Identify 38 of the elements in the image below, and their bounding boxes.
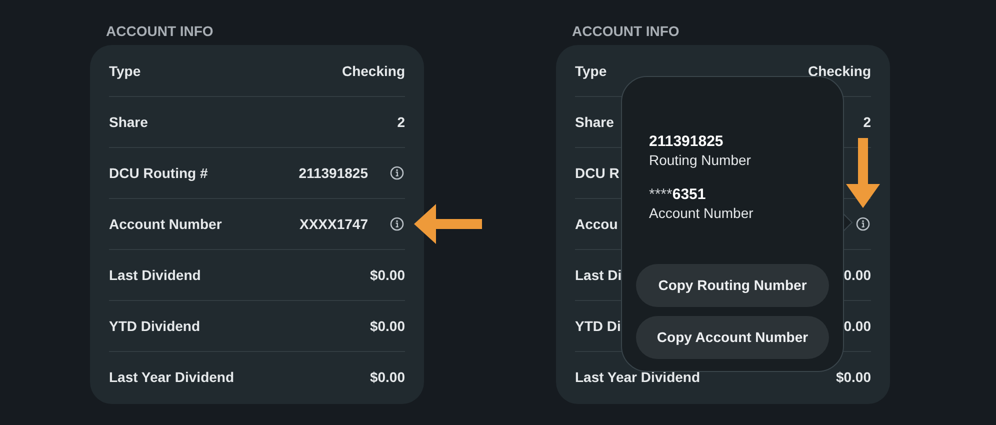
row-value: $0.00 <box>370 316 405 336</box>
row-label: Account Number <box>109 214 222 234</box>
row-label: Last Di <box>575 266 622 284</box>
row-label: Accou <box>575 214 618 234</box>
detail-caption: Routing Number <box>649 151 752 169</box>
detail-caption: Account Number <box>649 204 754 222</box>
section-heading: ACCOUNT INFO <box>105 22 214 41</box>
copy-button[interactable]: Copy Routing Number <box>636 264 829 307</box>
row-value: 2 <box>863 112 871 132</box>
row-value: $0.00 <box>836 368 871 387</box>
row-label: YTD Dividend <box>109 316 200 336</box>
account-detail-number: ****6351 <box>649 186 707 204</box>
down-arrow-icon <box>846 138 880 208</box>
info-icon[interactable] <box>856 217 870 231</box>
section-heading: ACCOUNT INFO <box>571 22 680 41</box>
row-label: Type <box>575 62 607 81</box>
row-value: 0.00 <box>844 316 871 336</box>
row-label: YTD Di <box>575 316 621 336</box>
copy-button[interactable]: Copy Account Number <box>636 316 829 359</box>
row-label: Share <box>575 112 614 132</box>
row-value: 2 <box>397 112 405 132</box>
account-detail-number: 211391825 <box>649 133 724 151</box>
row-value: $0.00 <box>370 368 405 387</box>
row-value: XXXX1747 <box>300 214 368 234</box>
row-value: $0.00 <box>370 266 405 284</box>
row-label: Share <box>109 112 148 132</box>
info-icon[interactable] <box>390 217 404 231</box>
row-value: 0.00 <box>844 266 871 284</box>
row-label: Last Year Dividend <box>109 368 234 387</box>
row-value: Checking <box>342 62 405 81</box>
row-label: Last Dividend <box>109 266 201 284</box>
row-label: Last Year Dividend <box>575 368 700 387</box>
row-label: DCU Routing # <box>109 164 208 183</box>
row-value: Checking <box>808 62 871 81</box>
info-icon[interactable] <box>390 166 404 180</box>
row-label: Type <box>109 62 141 81</box>
row-label: DCU R <box>575 164 620 182</box>
row-value: 211391825 <box>298 164 368 182</box>
